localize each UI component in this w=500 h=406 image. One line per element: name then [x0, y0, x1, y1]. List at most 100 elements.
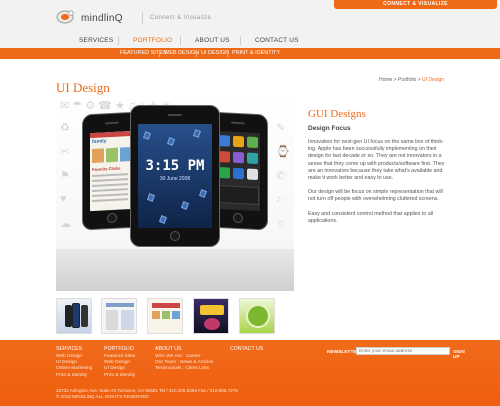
footer-heading[interactable]: ABOUT US — [155, 346, 213, 352]
app-icon — [219, 167, 230, 179]
media-widget — [219, 185, 259, 206]
background-pattern-icon: ✎ — [276, 122, 286, 134]
brand-name[interactable]: mindlinQ — [81, 13, 123, 24]
app-icon — [233, 167, 244, 180]
app-tile — [92, 148, 104, 164]
body-paragraph: Our design will be focus on simple repre… — [308, 189, 443, 203]
app-icon — [219, 135, 230, 147]
phone-screen-family-app: family Favorite Clicks — [90, 130, 134, 212]
breadcrumb-home[interactable]: Home — [379, 77, 392, 83]
app-tab-label: Favorite Clicks — [92, 165, 121, 173]
section-subtitle: Design Focus — [308, 125, 351, 132]
footer-heading[interactable]: SERVICES — [56, 346, 92, 352]
body-paragraph: Easy and consistent control method that … — [308, 210, 434, 224]
phone-screen-apps — [216, 130, 260, 212]
background-pattern-icon: ☼ — [276, 217, 287, 229]
thumbnail-bar — [152, 303, 180, 308]
phone-home-button — [107, 212, 117, 224]
footer-copyright: © 2010 MINDLINQ ALL RIGHTS RESERVED — [56, 394, 149, 400]
tagline: Connect & Visualize — [150, 15, 212, 21]
floating-glyph — [146, 193, 156, 202]
footer-column-contact-us: CONTACT US — [230, 346, 263, 354]
thumbnail-green-disc[interactable] — [239, 298, 275, 334]
footer-link[interactable]: Print & Identity — [104, 373, 135, 379]
background-pattern-icon: ⌚ — [276, 146, 290, 158]
logo-icon[interactable] — [56, 8, 76, 24]
subnav-item-print-identity[interactable]: PRINT & IDENTITY — [232, 50, 280, 56]
app-icon — [247, 168, 258, 181]
lock-screen-date: 30 June 2008 — [159, 176, 191, 182]
hero-floor — [56, 249, 294, 291]
footer-link[interactable]: Print & Identity — [56, 373, 92, 379]
nav-divider — [180, 36, 181, 45]
thumbnail-phone-shape — [72, 303, 80, 328]
nav-divider — [240, 36, 241, 45]
thumbnail-phones[interactable] — [56, 298, 92, 334]
app-row — [92, 178, 128, 183]
subnav-item-web-design[interactable]: WEB DESIGN — [164, 50, 199, 56]
thumbnail-disc-shape — [246, 304, 270, 328]
app-row — [92, 183, 128, 188]
subnav-divider — [227, 50, 228, 57]
floating-glyph — [180, 201, 190, 210]
app-icon — [233, 151, 244, 164]
floating-glyph — [166, 137, 176, 146]
thumbnail-bar — [106, 303, 134, 307]
thumbnail-rock-band[interactable] — [193, 298, 229, 334]
thumbnail-tile — [152, 311, 160, 319]
background-pattern-icon: ♥ — [60, 193, 67, 205]
section-title: GUI Designs — [308, 108, 366, 120]
app-row — [92, 173, 128, 178]
phone-speaker — [105, 121, 119, 125]
connect-visualize-tab[interactable]: CONNECT & VISUALIZE — [334, 0, 497, 9]
page-title: UI Design — [56, 80, 110, 95]
breadcrumb-portfolio[interactable]: Portfolio — [398, 77, 416, 83]
floating-glyph — [158, 215, 168, 224]
phone-center: 3:15 PM 30 June 2008 — [130, 105, 220, 247]
footer-link[interactable]: Online Marketing — [56, 366, 92, 372]
app-icon — [247, 152, 258, 165]
subnav-divider — [159, 50, 160, 57]
phone-screen-lock: 3:15 PM 30 June 2008 — [138, 124, 212, 228]
tagline-divider — [142, 12, 143, 24]
thumbnail-phone-shape — [65, 305, 72, 327]
thumbnail-panel — [121, 310, 134, 330]
footer-heading[interactable]: CONTACT US — [230, 346, 263, 352]
hero-image: ✉ ☂ ⚙ ☎ ★ ♫ ⌂ ✈ ☀ ♻ ✂ ⚑ ♥ ☁ ✎ ⌚ ✆ ♪ ☼ fa… — [56, 95, 294, 291]
subnav-item-ui-design[interactable]: UI DESIGN — [201, 50, 229, 56]
sign-up-button[interactable]: SIGN UP — [453, 350, 465, 360]
footer-link[interactable]: Testimonials : Client Lists — [155, 366, 213, 372]
app-icon — [233, 135, 244, 148]
footer-heading[interactable]: PORTFOLIO — [104, 346, 135, 352]
thumbnail-tile — [172, 311, 180, 319]
body-paragraph: Innovation for next-gen UI focus on the … — [308, 139, 445, 182]
app-icon — [247, 136, 258, 149]
app-brand: family — [92, 138, 107, 146]
floating-glyph — [142, 131, 152, 140]
app-row — [92, 193, 128, 198]
app-row — [92, 188, 128, 193]
floating-glyph — [198, 189, 208, 198]
footer-column-portfolio: PORTFOLIO Featured Sites Web Design UI D… — [104, 346, 135, 379]
newsletter-email-input[interactable] — [356, 347, 450, 355]
nav-bullet-icon — [0, 34, 500, 48]
thumbnail-tile — [162, 311, 170, 319]
phone-home-button — [170, 231, 180, 241]
portfolio-thumbnails — [56, 298, 294, 334]
background-pattern-icon: ✆ — [276, 170, 286, 182]
thumbnail-logo-shape — [200, 305, 224, 315]
background-pattern-icon: ♪ — [276, 193, 282, 205]
thumbnail-dashboard[interactable] — [101, 298, 137, 334]
footer-column-about-us: ABOUT US Who We Are : Career Our Team : … — [155, 346, 213, 373]
footer-address-block: 23732 Arlington Ave. Suite #2 Torrance, … — [56, 388, 238, 400]
content-column: GUI Designs Design Focus Innovation for … — [308, 108, 448, 225]
background-pattern-icon: ♻ — [60, 122, 70, 134]
app-icon — [219, 151, 230, 163]
thumbnail-family-app[interactable] — [147, 298, 183, 334]
app-header-bar — [90, 130, 134, 139]
sub-nav: FEATURED SITES WEB DESIGN UI DESIGN PRIN… — [0, 48, 500, 59]
app-tile — [106, 147, 118, 163]
subnav-divider — [196, 50, 197, 57]
phone-speaker — [168, 114, 182, 116]
thumbnail-panel — [106, 310, 118, 330]
